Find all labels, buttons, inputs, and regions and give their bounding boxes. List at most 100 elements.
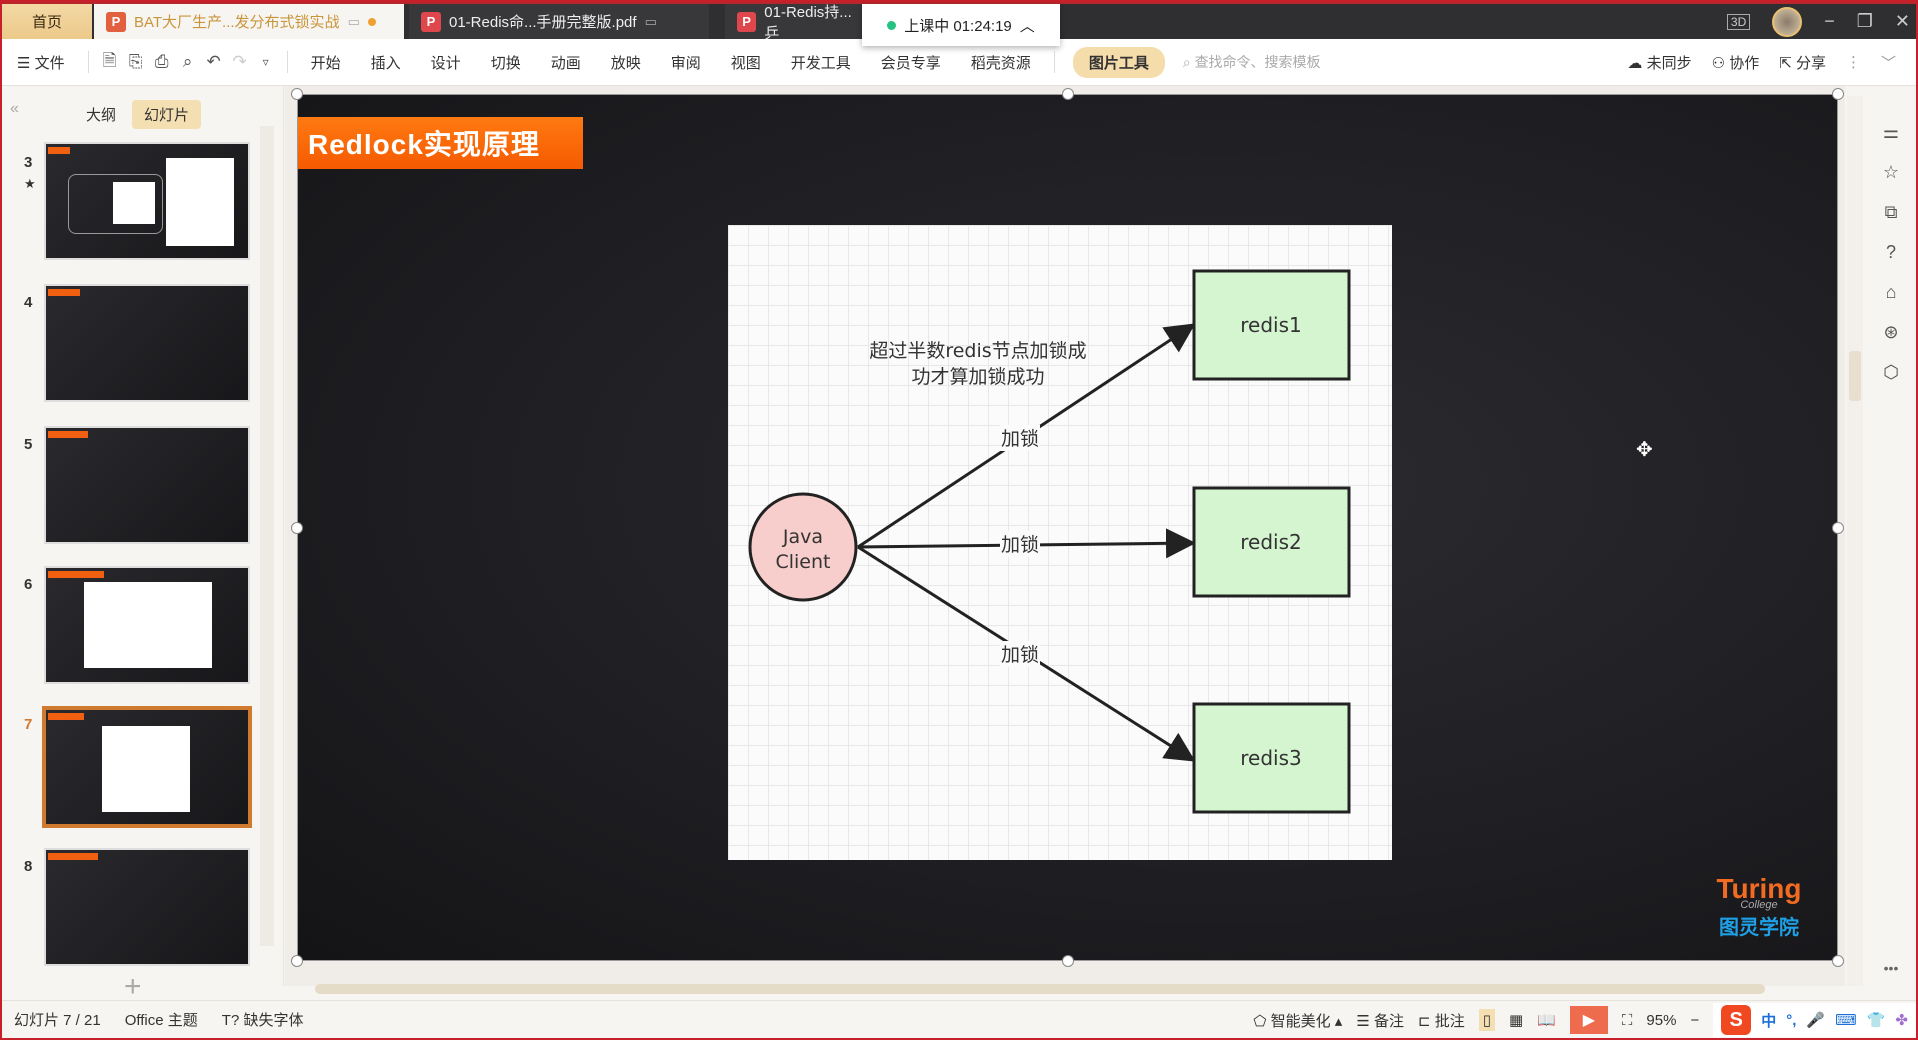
normal-view-icon[interactable]: ▯ bbox=[1478, 1009, 1496, 1031]
store-icon[interactable]: ⌂ bbox=[1868, 282, 1914, 303]
tab-slides[interactable]: 幻灯片 bbox=[132, 100, 202, 129]
resize-handle[interactable] bbox=[1832, 955, 1844, 967]
print-preview-icon[interactable]: ⌕ bbox=[175, 52, 201, 72]
live-class-timer[interactable]: 上课中 01:24:19 ︿ bbox=[862, 4, 1060, 46]
slide-thumbnail-7-selected[interactable] bbox=[42, 706, 252, 828]
keyboard-icon[interactable]: ⌨ bbox=[1835, 1011, 1857, 1029]
add-slide-icon[interactable]: + bbox=[124, 970, 142, 1004]
slide-show-icon[interactable]: ⧉ bbox=[1868, 202, 1914, 223]
menu-review[interactable]: 审阅 bbox=[656, 52, 716, 73]
learning-cap-icon[interactable]: ⬡ bbox=[1868, 362, 1914, 383]
thumb-title-bar bbox=[48, 431, 88, 438]
menu-insert[interactable]: 插入 bbox=[356, 52, 416, 73]
chevron-up-icon[interactable]: ︿ bbox=[1020, 15, 1035, 36]
menu-picture-tools[interactable]: 图片工具 bbox=[1072, 46, 1165, 78]
right-tool-rail: ⚌ ☆ ⧉ ? ⌂ ⊛ ⬡ ••• bbox=[1868, 86, 1914, 986]
slide-number: 4 bbox=[24, 294, 33, 311]
slide-thumbnail-3[interactable] bbox=[44, 142, 250, 260]
export-pdf-icon[interactable]: ⎘ bbox=[123, 52, 149, 72]
tab-pdf-document-1[interactable]: P 01-Redis命...手册完整版.pdf ▭ bbox=[409, 4, 709, 39]
slide-thumbnail-6[interactable] bbox=[44, 566, 250, 684]
resize-handle[interactable] bbox=[291, 955, 303, 967]
zoom-level[interactable]: 95% bbox=[1646, 1012, 1676, 1029]
smart-beautify-button[interactable]: ⬠ 智能美化 ▴ bbox=[1253, 1010, 1342, 1031]
user-avatar[interactable] bbox=[1772, 6, 1803, 37]
more-icon[interactable]: ••• bbox=[1868, 960, 1914, 976]
restore-icon[interactable]: ❐ bbox=[1857, 11, 1873, 32]
star-effects-icon[interactable]: ☆ bbox=[1868, 162, 1914, 183]
thumb-title-bar bbox=[48, 289, 80, 296]
resize-handle[interactable] bbox=[291, 522, 303, 534]
thumb-title-bar bbox=[48, 571, 104, 578]
save-icon[interactable]: 🗎 bbox=[97, 48, 123, 77]
menu-slideshow[interactable]: 放映 bbox=[596, 52, 656, 73]
backup-icon[interactable]: ⊛ bbox=[1868, 322, 1914, 343]
slide-canvas[interactable]: Redlock实现原理 加锁 加锁 加锁 超过半数redis节点加锁成 功才算加… bbox=[291, 88, 1844, 967]
grid-view-icon[interactable]: ▦ bbox=[1509, 1011, 1523, 1029]
redlock-diagram-image[interactable]: 加锁 加锁 加锁 超过半数redis节点加锁成 功才算加锁成功 Java Cli… bbox=[728, 225, 1392, 860]
ime-language[interactable]: 中 bbox=[1761, 1010, 1776, 1031]
menu-member[interactable]: 会员专享 bbox=[866, 52, 956, 73]
scroll-thumb[interactable] bbox=[315, 984, 1765, 994]
share-button[interactable]: ⇱ 分享 bbox=[1779, 52, 1826, 73]
collapse-ribbon-icon[interactable]: ﹀ bbox=[1881, 52, 1896, 73]
horizontal-scrollbar[interactable] bbox=[295, 982, 1855, 996]
skin-icon[interactable]: 👕 bbox=[1867, 1011, 1886, 1029]
3d-view-button[interactable]: 3D bbox=[1726, 13, 1751, 30]
help-icon[interactable]: ? bbox=[1868, 242, 1914, 263]
reading-view-icon[interactable]: 📖 bbox=[1537, 1011, 1556, 1029]
menu-developer[interactable]: 开发工具 bbox=[776, 52, 866, 73]
minimize-icon[interactable]: − bbox=[1824, 11, 1835, 32]
properties-slider-icon[interactable]: ⚌ bbox=[1868, 122, 1914, 143]
tab-ppt-document[interactable]: P BAT大厂生产...发分布式锁实战 ▭ bbox=[94, 4, 404, 39]
scroll-thumb[interactable] bbox=[1849, 351, 1861, 401]
slide-title[interactable]: Redlock实现原理 bbox=[298, 117, 583, 169]
customize-dropdown-icon[interactable]: ▿ bbox=[253, 55, 279, 69]
resize-handle[interactable] bbox=[1832, 522, 1844, 534]
menu-view[interactable]: 视图 bbox=[716, 52, 776, 73]
theme-name[interactable]: Office 主题 bbox=[125, 1009, 198, 1030]
menu-design[interactable]: 设计 bbox=[416, 52, 476, 73]
menu-docer[interactable]: 稻壳资源 bbox=[956, 52, 1046, 73]
panel-scrollbar[interactable] bbox=[260, 126, 274, 946]
tab-outline[interactable]: 大纲 bbox=[74, 100, 128, 129]
ime-punctuation[interactable]: °, bbox=[1786, 1012, 1796, 1029]
play-slideshow-button[interactable]: ▶ bbox=[1569, 1006, 1608, 1034]
notes-button[interactable]: ☰ 备注 bbox=[1356, 1010, 1404, 1031]
more-vertical-icon[interactable]: ⋮ bbox=[1846, 53, 1861, 71]
file-menu[interactable]: ☰ 文件 bbox=[2, 52, 80, 73]
redo-icon[interactable]: ↷ bbox=[227, 52, 253, 72]
ime-tools-icon[interactable]: ✤ bbox=[1895, 1011, 1908, 1029]
resize-handle[interactable] bbox=[1832, 88, 1844, 100]
menu-animation[interactable]: 动画 bbox=[536, 52, 596, 73]
slide-thumbnail-8[interactable] bbox=[44, 848, 250, 966]
menu-transition[interactable]: 切换 bbox=[476, 52, 536, 73]
tab-home[interactable]: 首页 bbox=[2, 4, 92, 39]
slide-thumbnail-5[interactable] bbox=[44, 426, 250, 544]
book-cover-image bbox=[166, 158, 234, 246]
tab-label: 01-Redis持...乒 bbox=[764, 3, 852, 42]
resize-handle[interactable] bbox=[1062, 955, 1074, 967]
zoom-out-icon[interactable]: − bbox=[1690, 1012, 1699, 1029]
command-search[interactable]: ⌕ 查找命令、搜索模板 bbox=[1183, 52, 1321, 72]
comments-button[interactable]: ⊏ 批注 bbox=[1418, 1010, 1465, 1031]
resize-handle[interactable] bbox=[1062, 88, 1074, 100]
sync-button[interactable]: ☁ 未同步 bbox=[1627, 52, 1691, 73]
menu-home[interactable]: 开始 bbox=[296, 52, 356, 73]
slide-thumbnail-4[interactable] bbox=[44, 284, 250, 402]
vertical-scrollbar[interactable] bbox=[1847, 96, 1863, 986]
tab-pdf-document-2[interactable]: P 01-Redis持...乒 bbox=[725, 4, 875, 42]
resize-handle[interactable] bbox=[291, 88, 303, 100]
edge-label-lock-3: 加锁 bbox=[1001, 644, 1039, 666]
collaborate-button[interactable]: ⚇ 协作 bbox=[1712, 52, 1760, 73]
missing-font-button[interactable]: T? 缺失字体 bbox=[222, 1009, 304, 1030]
fit-window-icon[interactable]: ⛶ bbox=[1622, 1012, 1633, 1029]
collapse-panel-icon[interactable]: « bbox=[10, 100, 19, 118]
microphone-icon[interactable]: 🎤 bbox=[1806, 1011, 1825, 1029]
sogou-ime-icon[interactable]: S bbox=[1721, 1005, 1752, 1035]
wps-presentation-window: 首页 P BAT大厂生产...发分布式锁实战 ▭ P 01-Redis命...手… bbox=[0, 0, 1918, 1040]
missing-font-label: 缺失字体 bbox=[243, 1012, 304, 1029]
close-icon[interactable]: ✕ bbox=[1895, 11, 1910, 32]
undo-icon[interactable]: ↶ bbox=[201, 52, 227, 72]
print-icon[interactable]: ⎙ bbox=[149, 52, 175, 72]
